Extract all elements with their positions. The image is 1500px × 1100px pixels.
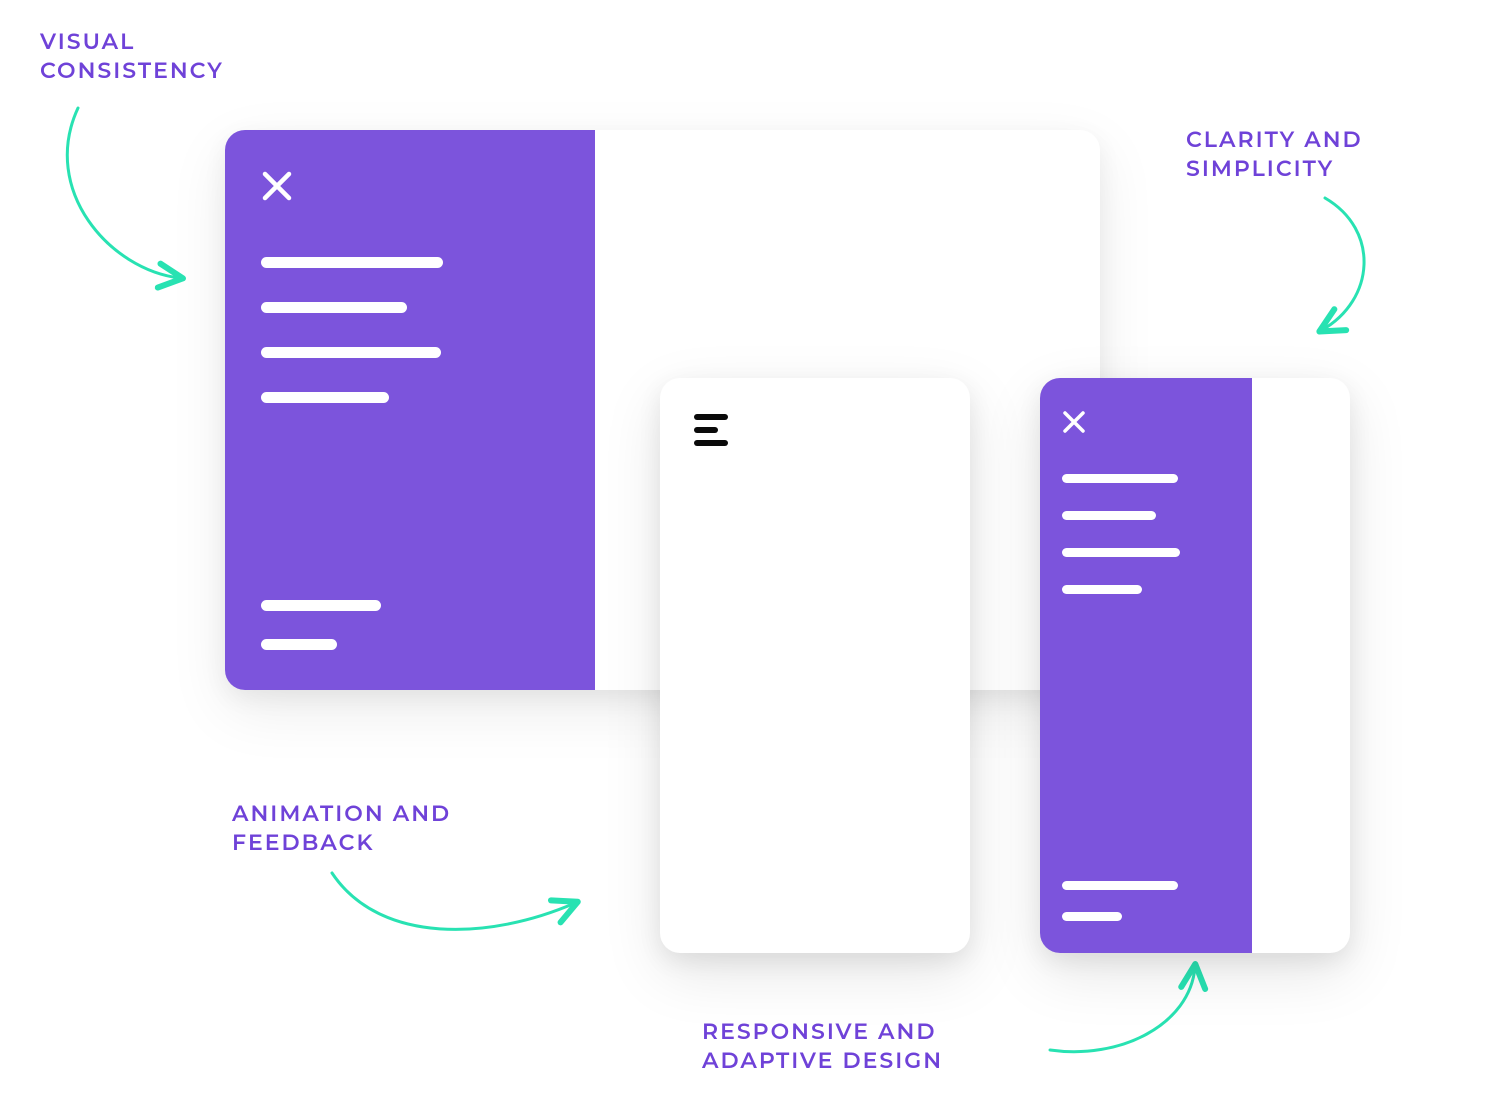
hamburger-icon[interactable] — [694, 414, 728, 446]
close-icon[interactable] — [261, 170, 559, 202]
mobile-sidebar — [1040, 378, 1252, 953]
label-clarity-simplicity: CLARITY AND SIMPLICITY — [1186, 126, 1363, 183]
menu-item[interactable] — [261, 392, 389, 403]
arrow-visual-consistency — [50, 100, 230, 305]
mobile-card-expanded — [1040, 378, 1350, 953]
desktop-menu-bottom — [261, 600, 559, 650]
label-responsive-adaptive: RESPONSIVE AND ADAPTIVE DESIGN — [702, 1018, 943, 1075]
menu-item[interactable] — [261, 347, 441, 358]
arrow-responsive-adaptive — [1040, 955, 1220, 1080]
menu-item[interactable] — [1062, 881, 1178, 890]
menu-item[interactable] — [261, 302, 407, 313]
arrow-clarity-simplicity — [1270, 190, 1400, 355]
label-animation-feedback: ANIMATION AND FEEDBACK — [232, 800, 451, 857]
menu-item[interactable] — [1062, 548, 1180, 557]
menu-item[interactable] — [261, 257, 443, 268]
menu-item[interactable] — [261, 600, 381, 611]
label-visual-consistency: VISUAL CONSISTENCY — [40, 28, 224, 85]
arrow-animation-feedback — [320, 865, 600, 970]
mobile-menu-bottom — [1062, 881, 1230, 921]
desktop-sidebar — [225, 130, 595, 690]
menu-item[interactable] — [1062, 585, 1142, 594]
menu-item[interactable] — [1062, 474, 1178, 483]
close-icon[interactable] — [1062, 410, 1230, 434]
desktop-menu-top — [261, 257, 559, 403]
menu-item[interactable] — [1062, 511, 1156, 520]
mobile-menu-top — [1062, 474, 1230, 594]
mobile-card-collapsed — [660, 378, 970, 953]
menu-item[interactable] — [261, 639, 337, 650]
menu-item[interactable] — [1062, 912, 1122, 921]
